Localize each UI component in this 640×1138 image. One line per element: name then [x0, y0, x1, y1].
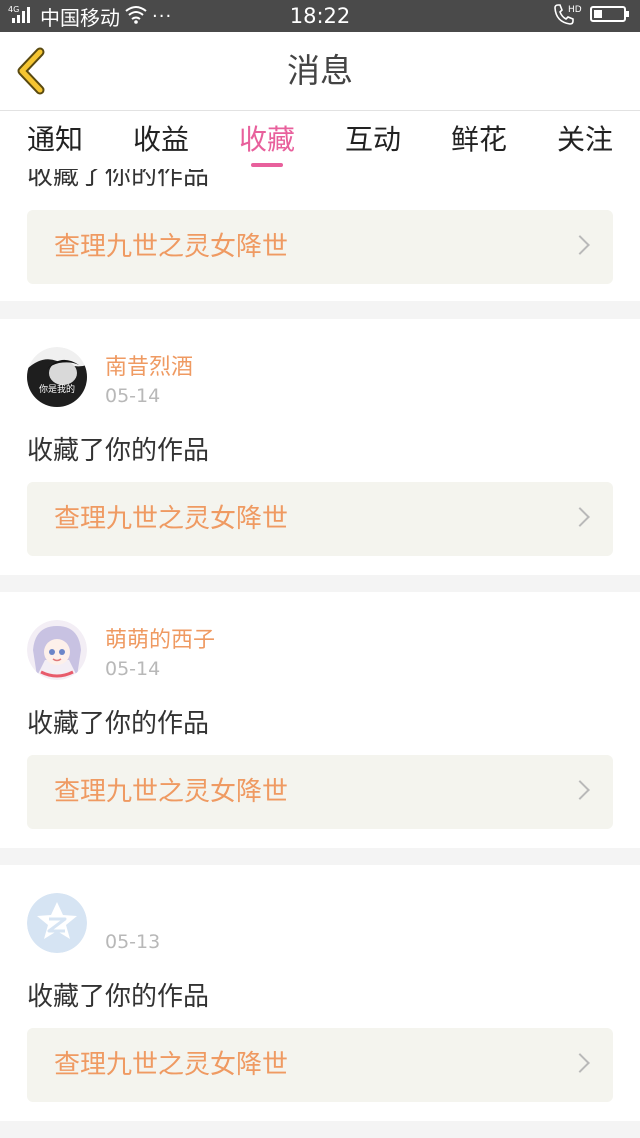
work-link[interactable]: 查理九世之灵女降世 [27, 755, 613, 829]
message-text: 收藏了你的作品 [27, 709, 210, 739]
tab-favorites-label: 收藏 [238, 123, 295, 156]
work-link[interactable]: 查理九世之灵女降世 [27, 482, 613, 556]
message-text: 收藏了你的作品 [27, 982, 210, 1012]
tab-notifications[interactable]: 通知 [2, 111, 108, 169]
avatar[interactable]: 你是我的 [27, 347, 87, 407]
work-link[interactable]: 查理九世之灵女降世 [27, 210, 613, 284]
message-card: 你是我的 南昔烈酒 05-14 收藏了你的作品 查理九世之灵女降世 [0, 319, 640, 575]
work-link[interactable]: 查理九世之灵女降世 [27, 1028, 613, 1102]
chevron-right-icon [570, 780, 590, 800]
tab-bar: 通知 收益 收藏 互动 鲜花 关注 [0, 111, 640, 169]
active-tab-indicator [251, 163, 283, 167]
message-card: 05-13 收藏了你的作品 查理九世之灵女降世 [0, 865, 640, 1121]
phone-icon: HD [552, 2, 582, 31]
work-title: 查理九世之灵女降世 [54, 504, 289, 534]
tab-flowers[interactable]: 鲜花 [426, 111, 532, 169]
user-name[interactable]: 萌萌的西子 [105, 622, 215, 654]
message-date: 05-13 [105, 931, 161, 953]
work-title: 查理九世之灵女降世 [54, 777, 289, 807]
avatar[interactable] [27, 620, 87, 680]
work-title: 查理九世之灵女降世 [54, 1050, 289, 1080]
avatar[interactable] [27, 893, 87, 953]
work-title: 查理九世之灵女降世 [54, 232, 289, 262]
tab-interactions[interactable]: 互动 [320, 111, 426, 169]
status-time: 18:22 [289, 4, 351, 28]
default-avatar-icon [27, 893, 87, 953]
nav-bar: 消息 [0, 32, 640, 111]
page-title: 消息 [287, 51, 353, 90]
tab-follows[interactable]: 关注 [532, 111, 638, 169]
message-text: 收藏了你的作品 [27, 169, 210, 191]
chevron-right-icon [570, 1053, 590, 1073]
message-card: 收藏了你的作品 查理九世之灵女降世 [0, 169, 640, 301]
user-name[interactable]: 南昔烈酒 [105, 349, 193, 381]
message-date: 05-14 [105, 385, 161, 407]
tab-favorites[interactable]: 收藏 [214, 111, 320, 169]
avatar-caption: 你是我的 [39, 383, 75, 395]
status-right: HD [552, 0, 630, 32]
status-bar: 4G 中国移动 ··· 18:22 HD [0, 0, 640, 32]
message-text: 收藏了你的作品 [27, 436, 210, 466]
hd-label: HD [568, 5, 582, 15]
battery-icon [590, 4, 630, 29]
chevron-right-icon [570, 507, 590, 527]
message-list[interactable]: 收藏了你的作品 查理九世之灵女降世 你是我的 南昔烈酒 05-14 收藏了你的作… [0, 169, 640, 1138]
tab-earnings[interactable]: 收益 [108, 111, 214, 169]
message-card: 萌萌的西子 05-14 收藏了你的作品 查理九世之灵女降世 [0, 592, 640, 848]
chevron-right-icon [570, 235, 590, 255]
message-date: 05-14 [105, 658, 161, 680]
